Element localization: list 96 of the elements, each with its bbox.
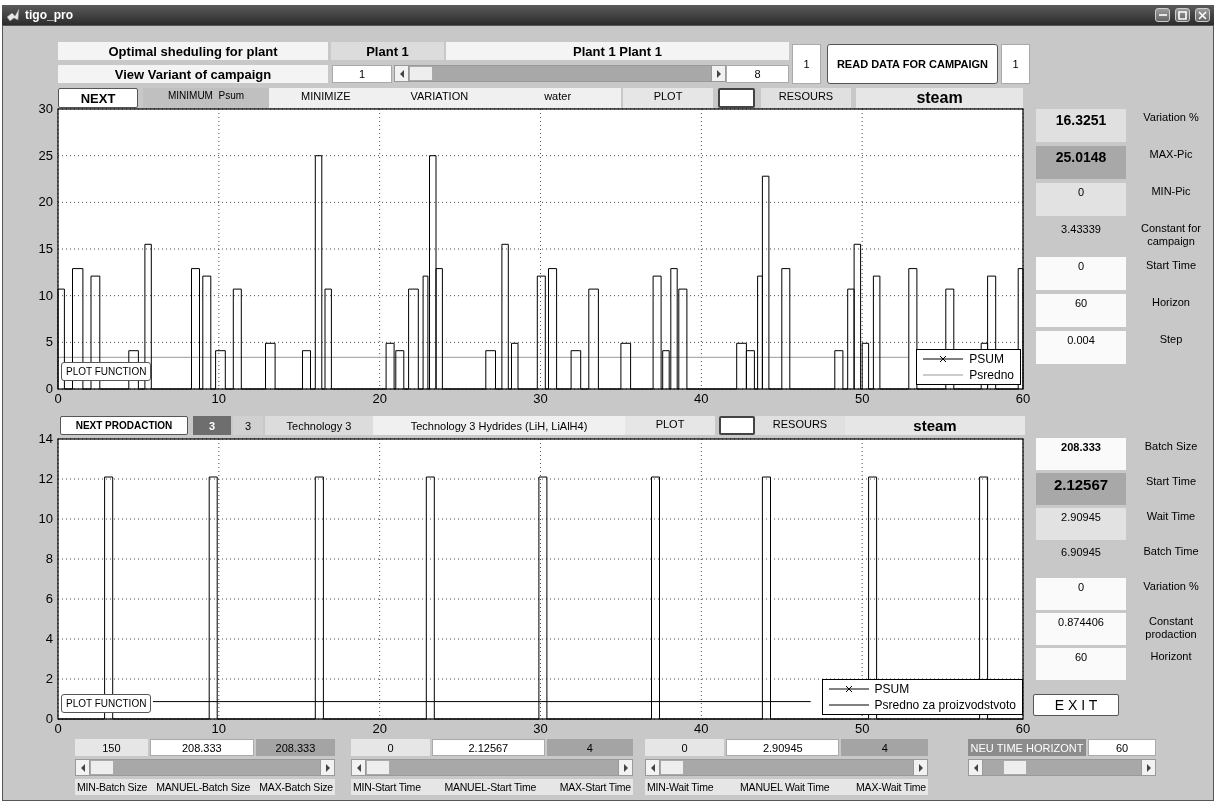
range-label: MANUEL-Batch Size: [156, 781, 251, 793]
axis-tick-label: 15: [38, 241, 53, 256]
technology-label: Technology 3: [265, 416, 373, 435]
axis-tick-label: 30: [533, 721, 548, 736]
axis-tick-label: 25: [38, 147, 53, 163]
axis-tick-label: 40: [694, 721, 709, 736]
axis-tick-label: 40: [694, 391, 709, 406]
option-label: MINIMIZE: [301, 90, 351, 102]
range-label: MAX-Wait Time: [856, 781, 926, 793]
axis-tick-label: 0: [54, 391, 62, 406]
axis-tick-label: 60: [1015, 721, 1031, 736]
range-label: MANUEL-Start Time: [444, 781, 537, 793]
legend-label: Psredno: [969, 368, 1014, 382]
axis-tick-label: 8: [45, 551, 53, 566]
value-label: MIN-Pic: [1150, 184, 1192, 199]
axis-tick-label: 4: [45, 631, 53, 646]
value-text: 3.43339: [1060, 222, 1102, 237]
minimum-label: MINIMUM Psum: [143, 88, 269, 108]
axis-tick-label: 50: [854, 391, 870, 406]
plot-label: PLOT: [625, 416, 715, 435]
value-label: Horizont: [1149, 649, 1193, 664]
value-field: 16.3251: [1036, 109, 1126, 142]
axis-tick-label: 0: [54, 721, 62, 736]
value-label: Constant for campaign: [1140, 221, 1202, 249]
value-field: 2.12567: [1036, 473, 1126, 505]
window-title: tigo_pro: [25, 8, 74, 22]
axis-tick-label: 0: [45, 381, 53, 396]
value-field: 60: [1036, 294, 1126, 327]
max-field: 208.333: [255, 739, 335, 756]
value-label: Batch Time: [1142, 544, 1200, 559]
resource-label: RESOURS: [755, 416, 845, 435]
value-field: 208.333: [1036, 438, 1126, 470]
value-label: Constant prodaction: [1144, 614, 1198, 642]
value-field: 0.004: [1036, 331, 1126, 364]
plant-names-label: Plant 1 Plant 1: [446, 42, 789, 60]
axis-tick-label: 30: [533, 391, 548, 406]
value-label: Batch Size: [1143, 439, 1199, 454]
axis-tick-label: 12: [38, 471, 53, 486]
axis-tick-label: 10: [38, 511, 53, 526]
axis-tick-label: 60: [1015, 391, 1031, 406]
value-label: MAX-Pic: [1148, 147, 1194, 162]
axis-tick-label: 10: [38, 287, 53, 303]
resource-value: steam: [856, 88, 1023, 108]
range-label: MAX-Batch Size: [259, 781, 333, 793]
value-field: 2.90945: [1036, 508, 1126, 540]
resource-value: steam: [845, 416, 1025, 435]
value-label: Wait Time: [1145, 509, 1197, 524]
axis-tick-label: 20: [372, 721, 387, 736]
range-label: MIN-Wait Time: [647, 781, 714, 793]
axis-tick-label: 6: [45, 591, 53, 606]
plot-label: PLOT: [623, 88, 713, 108]
panel-title: Optimal sheduling for plant: [58, 42, 328, 60]
value-label: Start Time: [1144, 258, 1198, 273]
min-field: 0: [645, 739, 725, 756]
horizon-label: NEU TIME HORIZONT: [968, 739, 1086, 756]
max-field: 4: [841, 739, 928, 756]
value-field: 0: [1036, 578, 1126, 610]
legend-label: PSUM: [969, 352, 1004, 366]
resource-label: RESOURS: [761, 88, 851, 108]
range-label: MIN-Start Time: [353, 781, 421, 793]
plant-label: Plant 1: [331, 42, 444, 60]
axis-tick-label: 20: [38, 194, 53, 210]
axis-tick-label: 20: [372, 391, 387, 406]
value-field: 0: [1036, 183, 1126, 216]
range-label: MAX-Start Time: [559, 781, 631, 793]
technology-description: Technology 3 Hydrides (LiH, LiAlH4): [373, 416, 625, 435]
value-label: Horizon: [1151, 295, 1191, 310]
legend-label: PSUM: [874, 682, 910, 696]
axis-tick-label: 50: [854, 721, 870, 736]
value-label: Start Time: [1144, 474, 1198, 489]
axis-tick-label: 5: [45, 334, 53, 350]
max-field: 4: [546, 739, 633, 756]
legend-label: Psredno za proizvodstvoto: [874, 698, 1016, 712]
value-field: 0: [1036, 257, 1126, 290]
range-label: MIN-Batch Size: [77, 781, 148, 793]
axis-tick-label: 10: [211, 391, 227, 406]
technology-number: 3: [193, 416, 231, 435]
technology-index: 3: [233, 416, 263, 435]
axis-tick-label: 2: [45, 671, 53, 686]
min-field: 150: [75, 739, 148, 756]
value-label: Step: [1158, 332, 1184, 347]
min-field: 0: [351, 739, 430, 756]
option-label: water: [544, 90, 572, 102]
axis-tick-label: 30: [38, 101, 53, 116]
value-label: Variation %: [1142, 579, 1200, 594]
option-label: VARIATION: [410, 90, 469, 102]
axis-tick-label: 10: [211, 721, 227, 736]
variant-label: View Variant of campaign: [58, 65, 328, 83]
value-label: Variation %: [1142, 110, 1200, 125]
value-field: 25.0148: [1036, 146, 1126, 179]
value-field: 0.874406: [1036, 613, 1126, 645]
axis-tick-label: 0: [45, 711, 53, 726]
value-text: 6.90945: [1060, 545, 1102, 560]
value-field: 60: [1036, 648, 1126, 680]
range-label: MANUEL Wait Time: [740, 781, 830, 793]
axis-tick-label: 14: [38, 431, 53, 446]
